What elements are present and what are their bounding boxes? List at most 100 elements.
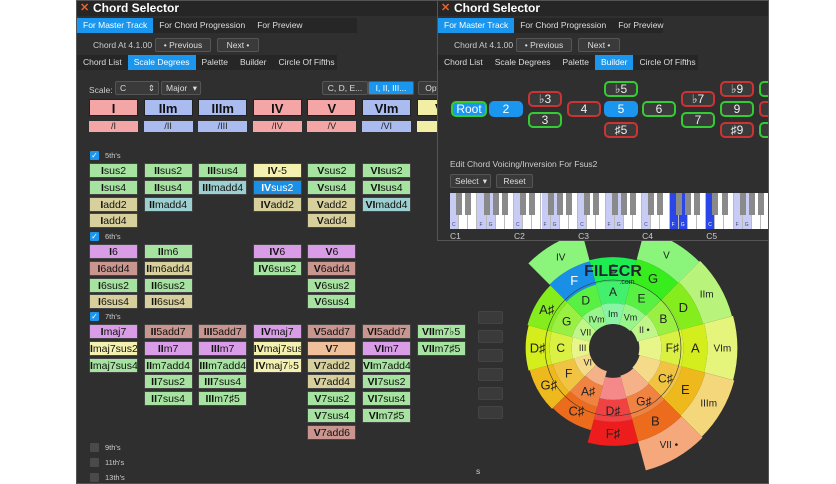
chord-button[interactable]: VIm7 <box>362 340 411 356</box>
chord-button[interactable]: IV6 <box>252 244 302 259</box>
slash-chord-button[interactable]: /I <box>89 121 138 132</box>
tab-circle-of-fifths[interactable]: Circle Of Fifths <box>633 55 701 70</box>
chord-button[interactable]: I6add4 <box>89 260 138 276</box>
tab-scale-degrees[interactable]: Scale Degrees <box>489 55 557 70</box>
interval-node[interactable]: 5 <box>604 101 638 117</box>
chord-button[interactable]: IV6sus2 <box>252 260 302 276</box>
chord-button[interactable]: IIsus4 <box>143 179 193 195</box>
tab-for-master-track[interactable]: For Master Track <box>438 18 515 33</box>
interval-node[interactable]: ♭9 <box>720 81 754 97</box>
scale-key-select[interactable]: C ⇕ <box>115 81 159 95</box>
black-key[interactable] <box>657 193 664 215</box>
chord-button[interactable]: IIsus2 <box>143 163 193 178</box>
section-checkbox[interactable] <box>90 473 99 482</box>
voicing-select[interactable]: Select ▾ <box>450 174 491 188</box>
chord-button[interactable]: IVadd2 <box>252 196 302 212</box>
black-key[interactable] <box>620 193 627 215</box>
chord-button[interactable]: IImadd4 <box>143 196 193 212</box>
chord-button[interactable]: IIImadd4 <box>198 179 248 195</box>
chord-button[interactable]: Isus2 <box>89 163 138 178</box>
chord-button[interactable]: I6sus4 <box>89 294 138 310</box>
chord-button[interactable]: Iadd2 <box>89 196 138 212</box>
chord-button[interactable]: III5add7 <box>198 324 248 339</box>
degree-button[interactable]: I <box>89 99 138 116</box>
black-key[interactable] <box>492 193 499 215</box>
chord-button[interactable]: VIIm7♭5 <box>416 324 466 339</box>
chord-button[interactable]: IIIm7♯5 <box>198 391 248 407</box>
black-key[interactable] <box>712 193 719 215</box>
interval-node[interactable]: 9 <box>720 101 754 117</box>
section-checkbox[interactable]: ✓ <box>90 232 99 241</box>
next-button[interactable]: Next • <box>217 38 259 52</box>
chord-button[interactable]: VIsus4 <box>362 179 411 195</box>
section-checkbox[interactable] <box>90 458 99 467</box>
chord-button[interactable]: V7sus2 <box>307 391 357 407</box>
circle-of-fifths[interactable]: VIImVImIIImVII •IVCGDAEBF♯C♯G♯D♯A♯FA EBF♯… <box>470 241 769 484</box>
interval-node[interactable]: ♭3 <box>528 91 562 107</box>
chord-button[interactable]: VIm7♯5 <box>362 408 411 423</box>
interval-node[interactable]: ♭5 <box>604 81 638 97</box>
chord-button[interactable]: I6sus2 <box>89 277 138 293</box>
tab-for-preview[interactable]: For Preview <box>612 18 669 33</box>
interval-node[interactable]: 7 <box>681 112 715 128</box>
previous-button[interactable]: • Previous <box>155 38 211 52</box>
notation-letters-button[interactable]: C, D, E... <box>322 81 368 95</box>
tab-builder[interactable]: Builder <box>594 55 634 70</box>
chord-button[interactable]: Imaj7 <box>89 324 138 339</box>
chord-button[interactable]: V6add4 <box>307 260 357 276</box>
section-checkbox[interactable] <box>90 443 99 452</box>
tab-for-preview[interactable]: For Preview <box>251 18 308 33</box>
close-icon[interactable]: ✕ <box>441 1 450 16</box>
chord-button[interactable]: I6 <box>89 244 138 259</box>
chord-button[interactable]: VIsus2 <box>362 163 411 178</box>
slash-chord-button[interactable]: /V <box>307 121 357 132</box>
chord-button[interactable]: IIm6add4 <box>143 260 193 276</box>
interval-node-partial[interactable] <box>759 81 768 97</box>
interval-node[interactable]: 3 <box>528 112 562 128</box>
interval-node[interactable]: 4 <box>567 101 601 117</box>
black-key[interactable] <box>465 193 472 215</box>
notation-roman-button[interactable]: I, II, III... <box>368 81 414 95</box>
black-key[interactable] <box>739 193 746 215</box>
chord-button[interactable]: IIIm7add4 <box>198 357 248 373</box>
slash-chord-button[interactable]: /IV <box>252 121 302 132</box>
chord-button[interactable]: VI7sus2 <box>362 374 411 390</box>
slash-chord-button[interactable]: /VI <box>362 121 411 132</box>
reset-button[interactable]: Reset <box>496 174 533 188</box>
tab-chord-list[interactable]: Chord List <box>77 55 128 70</box>
chord-button[interactable]: Vsus2 <box>307 163 357 178</box>
chord-button[interactable]: Isus4 <box>89 179 138 195</box>
black-key[interactable] <box>675 193 682 215</box>
chord-button[interactable]: V7sus4 <box>307 408 357 423</box>
chord-button[interactable]: II5add7 <box>143 324 193 339</box>
chord-button[interactable]: VI5add7 <box>362 324 411 339</box>
chord-button[interactable]: Vsus4 <box>307 179 357 195</box>
black-key[interactable] <box>684 193 691 215</box>
chord-button[interactable]: Imaj7sus4 <box>89 357 138 373</box>
chord-button[interactable]: V7add2 <box>307 357 357 373</box>
chord-button[interactable]: V5add7 <box>307 324 357 339</box>
chord-button[interactable]: V6sus4 <box>307 294 357 310</box>
chord-button[interactable]: IV-5 <box>252 163 302 178</box>
black-key[interactable] <box>721 193 728 215</box>
degree-button[interactable]: VIm <box>362 99 411 116</box>
black-key[interactable] <box>565 193 572 215</box>
black-key[interactable] <box>520 193 527 215</box>
previous-button[interactable]: • Previous <box>516 38 572 52</box>
section-checkbox[interactable]: ✓ <box>90 312 99 321</box>
chord-button[interactable]: Vadd4 <box>307 213 357 229</box>
interval-node[interactable]: ♯9 <box>720 122 754 138</box>
tab-for-master-track[interactable]: For Master Track <box>77 18 154 33</box>
section-checkbox[interactable]: ✓ <box>90 151 99 160</box>
black-key[interactable] <box>556 193 563 215</box>
degree-button[interactable]: IIm <box>143 99 193 116</box>
black-key[interactable] <box>593 193 600 215</box>
tab-for-chord-progression[interactable]: For Chord Progression <box>153 18 251 33</box>
black-key[interactable] <box>648 193 655 215</box>
chord-button[interactable]: V7add4 <box>307 374 357 390</box>
interval-node[interactable]: ♭7 <box>681 91 715 107</box>
chord-button[interactable]: IIIm7 <box>198 340 248 356</box>
tab-builder[interactable]: Builder <box>234 55 272 70</box>
interval-node[interactable]: 2 <box>489 101 523 117</box>
black-key[interactable] <box>501 193 508 215</box>
